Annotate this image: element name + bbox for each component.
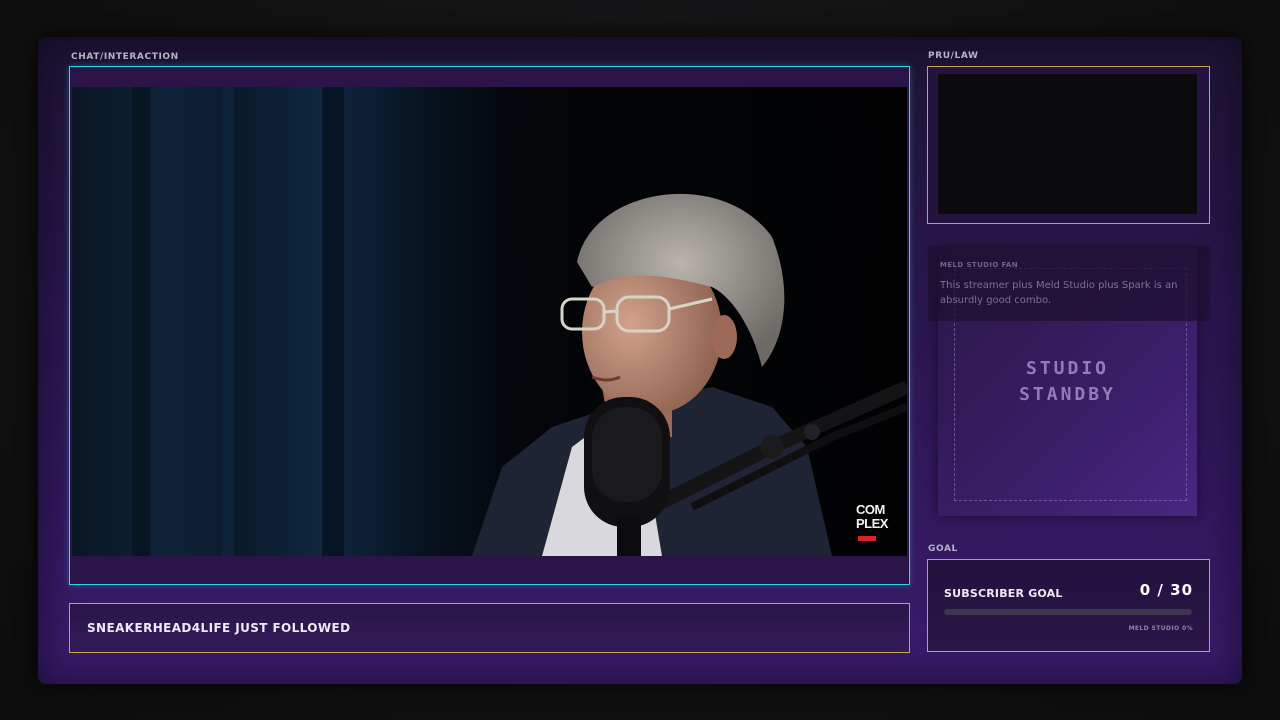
goal-count: 0 / 30 (1139, 581, 1193, 599)
chat-interaction-label: CHAT/INTERACTION (71, 52, 179, 62)
pru-law-label: PRU/LAW (928, 51, 979, 61)
chat-username: MELD STUDIO FAN (940, 261, 1019, 269)
overlay-frame: CHAT/INTERACTION PRU/LAW GOAL COM PLEX S… (38, 37, 1242, 684)
logo-red-tag (858, 536, 876, 542)
goal-label: GOAL (928, 544, 958, 554)
chat-message-text: This streamer plus Meld Studio plus Spar… (940, 280, 1178, 306)
logo-line-2: PLEX (856, 516, 888, 531)
standby-line-2: STANDBY (1019, 384, 1116, 405)
follow-alert-bar: SNEAKERHEAD4LIFE JUST FOLLOWED (69, 603, 910, 653)
standby-text: STUDIO STANDBY (938, 356, 1197, 408)
goal-progress-bar (944, 609, 1192, 615)
video-feed[interactable]: COM PLEX (72, 87, 907, 556)
video-scene-image (72, 87, 907, 556)
standby-line-1: STUDIO (1025, 358, 1110, 379)
goal-caption: MELD STUDIO 0% (1128, 625, 1193, 632)
follow-alert-text: SNEAKERHEAD4LIFE JUST FOLLOWED (87, 621, 351, 635)
pru-law-panel (927, 66, 1210, 224)
main-video-panel: COM PLEX (69, 66, 910, 585)
logo-line-1: COM (856, 502, 885, 517)
goal-title: SUBSCRIBER GOAL (944, 587, 1063, 600)
subscriber-goal-panel: SUBSCRIBER GOAL 0 / 30 MELD STUDIO 0% (927, 559, 1210, 652)
stream-overlay-page: CHAT/INTERACTION PRU/LAW GOAL COM PLEX S… (0, 0, 1280, 720)
complex-logo: COM PLEX (856, 503, 907, 545)
pru-law-screen[interactable] (938, 74, 1197, 214)
chat-message: MELD STUDIO FAN This streamer plus Meld … (928, 246, 1210, 321)
